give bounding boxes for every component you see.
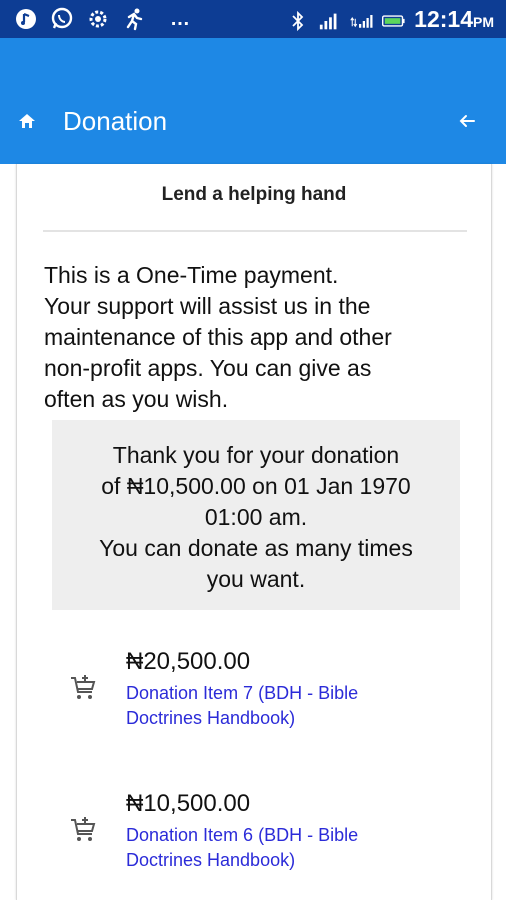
thank-you-text: Thank you for your donation of ₦10,500.0…: [52, 440, 460, 595]
intro-line: non-profit apps. You can give as: [44, 355, 372, 381]
settings-icon: [86, 7, 110, 31]
add-to-cart-icon[interactable]: [69, 816, 97, 844]
more-notifications: …: [170, 7, 192, 30]
system-icons: 12:14PM: [286, 6, 494, 35]
clock-time: 12:14: [414, 6, 473, 32]
item-name-line: Doctrines Handbook): [126, 850, 296, 870]
item-name-line: Donation Item 7 (BDH - Bible: [126, 683, 359, 703]
notification-icons: …: [14, 7, 192, 31]
back-arrow-icon[interactable]: [456, 110, 478, 132]
running-icon: [122, 7, 146, 31]
donation-item[interactable]: ₦10,500.00 Donation Item 6 (BDH - Bible …: [17, 786, 491, 886]
signal-icon: [318, 9, 342, 33]
battery-icon: [382, 9, 406, 33]
clock: 12:14PM: [414, 6, 494, 35]
intro-line: maintenance of this app and other: [44, 324, 392, 350]
bluetooth-icon: [286, 9, 310, 33]
clock-ampm: PM: [473, 14, 494, 30]
whatsapp-icon: [50, 7, 74, 31]
page-title: Donation: [63, 106, 168, 136]
status-bar: … 12:14PM: [0, 0, 506, 38]
item-name-line: Doctrines Handbook): [126, 708, 296, 728]
item-name[interactable]: Donation Item 6 (BDH - Bible Doctrines H…: [126, 823, 456, 873]
thanks-line: of ₦10,500.00 on 01 Jan 1970: [101, 473, 411, 499]
thanks-line: 01:00 am.: [204, 504, 308, 530]
item-name[interactable]: Donation Item 7 (BDH - Bible Doctrines H…: [126, 681, 456, 731]
intro-line: Your support will assist us in the: [44, 293, 371, 319]
signal-icon-2: [350, 9, 374, 33]
add-to-cart-icon[interactable]: [69, 674, 97, 702]
card-title: Lend a helping hand: [161, 184, 347, 205]
intro-line: This is a One-Time payment.: [44, 262, 339, 288]
thanks-line: you want.: [206, 566, 306, 592]
intro-text: This is a One-Time payment. Your support…: [44, 260, 474, 415]
app-bar: Donation: [0, 38, 506, 164]
thanks-line: You can donate as many times: [99, 535, 413, 561]
item-price: ₦10,500.00: [126, 790, 251, 817]
item-price: ₦20,500.00: [126, 648, 251, 675]
thank-you-panel: Thank you for your donation of ₦10,500.0…: [52, 420, 460, 610]
divider: [43, 230, 467, 232]
donation-card: Lend a helping hand This is a One-Time p…: [16, 164, 492, 900]
item-name-line: Donation Item 6 (BDH - Bible: [126, 825, 359, 845]
thanks-line: Thank you for your donation: [112, 442, 400, 468]
donation-item[interactable]: ₦20,500.00 Donation Item 7 (BDH - Bible …: [17, 644, 491, 744]
intro-line: often as you wish.: [44, 386, 229, 412]
home-icon[interactable]: [16, 110, 38, 132]
vpn-icon: [14, 7, 38, 31]
